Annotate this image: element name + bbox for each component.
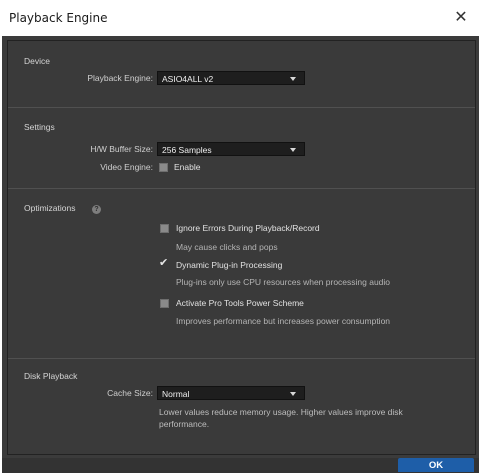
window-title: Playback Engine (9, 11, 108, 25)
playback-engine-dropdown[interactable]: ASIO4ALL v2 (157, 71, 305, 85)
power-scheme-description: Improves performance but increases power… (176, 316, 391, 326)
disk-playback-section: Disk Playback Cache Size: Normal Lower v… (8, 358, 475, 454)
checkmark-icon[interactable]: ✔ (159, 257, 171, 269)
ignore-errors-label: Ignore Errors During Playback/Record (176, 223, 320, 233)
cache-note-line1: Lower values reduce memory usage. Higher… (159, 407, 403, 417)
cache-note-line2: performance. (159, 419, 210, 429)
dynamic-plugin-description: Plug-ins only use CPU resources when pro… (176, 277, 391, 287)
cache-size-dropdown[interactable]: Normal (157, 386, 305, 400)
playback-engine-label: Playback Engine: (87, 73, 153, 83)
help-icon[interactable]: ? (92, 205, 101, 214)
disk-playback-heading: Disk Playback (24, 371, 78, 381)
settings-panel: Device Playback Engine: ASIO4ALL v2 Sett… (7, 40, 476, 455)
settings-section: Settings H/W Buffer Size: 256 Samples Vi… (8, 107, 475, 189)
buffer-size-value: 256 Samples (162, 145, 212, 155)
video-engine-label: Video Engine: (100, 162, 153, 172)
video-engine-option-label: Enable (174, 162, 201, 172)
chevron-down-icon (290, 392, 296, 396)
chevron-down-icon (290, 77, 296, 81)
ignore-errors-description: May cause clicks and pops (176, 242, 278, 252)
ignore-errors-checkbox[interactable] (160, 224, 169, 233)
close-icon[interactable]: ✕ (449, 6, 473, 28)
video-engine-checkbox[interactable] (159, 163, 168, 172)
cache-size-label: Cache Size: (107, 388, 153, 398)
buffer-size-dropdown[interactable]: 256 Samples (157, 142, 305, 156)
optimizations-section: Optimizations ? Ignore Errors During Pla… (8, 188, 475, 359)
chevron-down-icon (290, 148, 296, 152)
buffer-size-label: H/W Buffer Size: (90, 144, 153, 154)
power-scheme-checkbox[interactable] (160, 299, 169, 308)
optimizations-heading: Optimizations (24, 203, 76, 213)
power-scheme-label: Activate Pro Tools Power Scheme (176, 298, 304, 308)
settings-heading: Settings (24, 122, 55, 132)
device-heading: Device (24, 56, 50, 66)
dynamic-plugin-label: Dynamic Plug-in Processing (176, 260, 283, 270)
title-bar: Playback Engine ✕ (0, 0, 479, 36)
cache-size-value: Normal (162, 389, 190, 399)
device-section: Device Playback Engine: ASIO4ALL v2 (8, 41, 475, 108)
dialog-client-area: Device Playback Engine: ASIO4ALL v2 Sett… (2, 36, 479, 473)
ok-button[interactable]: OK (398, 458, 474, 472)
playback-engine-value: ASIO4ALL v2 (162, 74, 214, 84)
